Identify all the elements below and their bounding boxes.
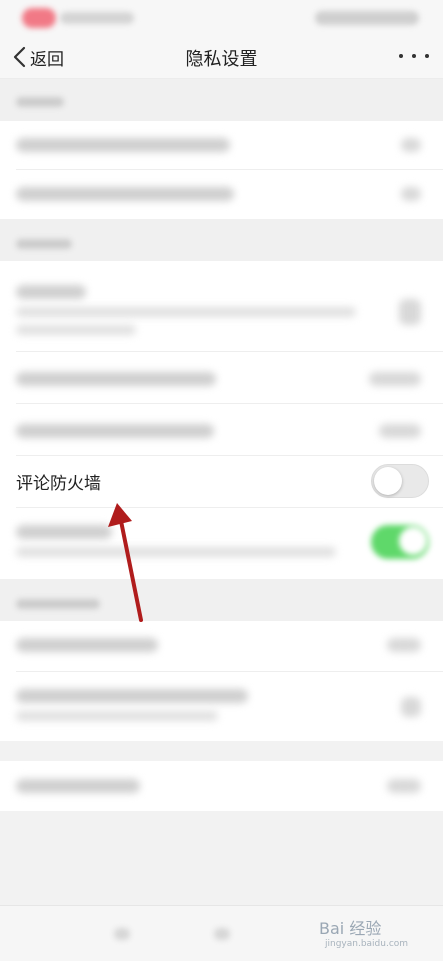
row-value-blurred bbox=[399, 299, 421, 325]
row-label-blurred bbox=[16, 689, 248, 703]
green-toggle-blurred[interactable] bbox=[371, 525, 429, 559]
section-header-blurred bbox=[16, 599, 100, 609]
divider bbox=[16, 455, 443, 456]
row-value-blurred bbox=[379, 424, 421, 438]
watermark-brand: Bai 经验 bbox=[319, 919, 382, 938]
row-label-blurred bbox=[16, 285, 86, 299]
row-label-blurred bbox=[16, 525, 112, 539]
settings-row[interactable] bbox=[0, 355, 443, 403]
status-bar bbox=[0, 0, 443, 36]
row-label-blurred bbox=[16, 187, 234, 201]
comment-firewall-label: 评论防火墙 bbox=[16, 474, 101, 494]
section-header-blurred bbox=[16, 97, 64, 107]
divider bbox=[16, 507, 443, 508]
divider bbox=[16, 351, 443, 352]
row-subtitle-blurred bbox=[16, 547, 336, 557]
section-header bbox=[0, 219, 443, 261]
settings-group bbox=[0, 261, 443, 579]
settings-row[interactable] bbox=[0, 511, 443, 573]
watermark: Bai 经验 jingyan.baidu.com bbox=[315, 905, 435, 955]
section-header bbox=[0, 579, 443, 621]
settings-group bbox=[0, 121, 443, 219]
settings-row[interactable] bbox=[0, 621, 443, 669]
settings-row[interactable] bbox=[0, 675, 443, 737]
row-label-blurred bbox=[16, 424, 214, 438]
more-dot-icon bbox=[412, 54, 416, 58]
row-value-blurred bbox=[401, 697, 421, 717]
settings-row[interactable] bbox=[0, 261, 443, 351]
bottom-icon-blurred bbox=[114, 928, 130, 940]
row-subtitle-blurred bbox=[16, 325, 136, 335]
row-subtitle-blurred bbox=[16, 711, 218, 721]
status-time-blurred bbox=[60, 12, 134, 24]
row-value-blurred bbox=[369, 372, 421, 386]
section-header bbox=[0, 79, 443, 121]
settings-group bbox=[0, 761, 443, 811]
row-label-blurred bbox=[16, 638, 158, 652]
divider bbox=[16, 671, 443, 672]
row-value-blurred bbox=[387, 779, 421, 793]
bottom-icon-blurred bbox=[214, 928, 230, 940]
more-dot-icon bbox=[425, 54, 429, 58]
status-indicator bbox=[22, 8, 56, 28]
settings-row[interactable] bbox=[0, 407, 443, 455]
settings-row[interactable] bbox=[0, 762, 443, 810]
settings-row[interactable] bbox=[0, 170, 443, 218]
toggle-knob bbox=[374, 467, 402, 495]
section-header-blurred bbox=[16, 239, 72, 249]
page-title: 隐私设置 bbox=[185, 49, 258, 70]
row-label-blurred bbox=[16, 779, 140, 793]
more-dot-icon bbox=[399, 54, 403, 58]
watermark-url: jingyan.baidu.com bbox=[325, 939, 409, 949]
row-value-blurred bbox=[401, 187, 421, 201]
divider bbox=[16, 403, 443, 404]
navigation-bar: 返回 隐私设置 bbox=[0, 36, 443, 79]
comment-firewall-toggle[interactable] bbox=[371, 464, 429, 498]
settings-group bbox=[0, 621, 443, 741]
row-value-blurred bbox=[387, 638, 421, 652]
toggle-knob bbox=[399, 527, 427, 555]
row-label-blurred bbox=[16, 372, 216, 386]
settings-row[interactable] bbox=[0, 121, 443, 169]
row-label-blurred bbox=[16, 138, 230, 152]
row-value-blurred bbox=[401, 138, 421, 152]
more-options-button[interactable] bbox=[399, 46, 429, 66]
row-subtitle-blurred bbox=[16, 307, 356, 317]
status-icons-blurred bbox=[315, 11, 419, 25]
